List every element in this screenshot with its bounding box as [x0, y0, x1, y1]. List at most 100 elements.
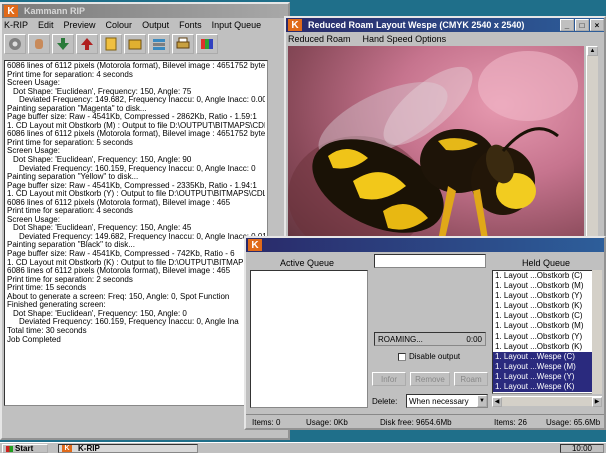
disk-free: Disk free: 9654.6Mb — [380, 418, 452, 427]
scroll-up-icon[interactable]: ▲ — [587, 46, 598, 56]
list-item[interactable]: 1. Layout ...Wespe (K) — [493, 382, 601, 393]
delete-select[interactable]: When necessary ▼ — [406, 394, 488, 408]
hold-tool-button[interactable] — [28, 34, 50, 54]
wasp-image — [288, 51, 578, 256]
menu-output[interactable]: Output — [142, 20, 169, 30]
usage-right: Usage: 65.6Mb — [546, 418, 601, 427]
log-line: Screen Usage: — [7, 215, 60, 224]
active-queue-list[interactable] — [250, 270, 368, 408]
taskbar-task-krip[interactable]: K K-RIP — [58, 444, 198, 453]
list-item[interactable]: 1. Layout ...Wespe (M) — [493, 361, 601, 372]
queue-logo-icon: K — [248, 239, 262, 251]
list-item[interactable]: 1. Layout ...Obstkorb (M) — [493, 281, 601, 291]
log-line: Print time for separation: 4 seconds — [7, 70, 133, 79]
arrow-up-icon — [81, 38, 93, 50]
queue-tool-button[interactable] — [124, 34, 146, 54]
log-line: 1. CD Layout mit Obstkorb (Y) : Output t… — [7, 190, 265, 199]
maximize-button[interactable]: □ — [575, 19, 589, 31]
page-tool-button[interactable] — [100, 34, 122, 54]
krip-titlebar[interactable]: K Kammann RIP — [2, 4, 288, 18]
log-line: Dot Shape: 'Euclidean', Frequency: 150, … — [13, 87, 192, 96]
list-item[interactable]: 1. Layout ...Obstkorb (K) — [493, 301, 601, 311]
list-item[interactable]: 1. Layout ...Obstkorb (Y) — [493, 332, 601, 342]
list-item[interactable]: 1. Layout ...Wespe (C) — [493, 351, 601, 362]
list-item[interactable]: 1. Layout ...Obstkorb (K) — [493, 342, 601, 352]
log-line: Total time: 30 seconds — [7, 326, 87, 335]
log-line: Painting separation "Black" to disk... — [7, 241, 135, 250]
log-line: Deviated Frequency: 160.159, Frequency I… — [19, 164, 256, 173]
roam-window: K Reduced Roam Layout Wespe (CMYK 2540 x… — [284, 16, 606, 267]
queue-name-field[interactable] — [374, 254, 486, 268]
log-line: Page buffer size: Raw - 4541Kb, Compress… — [7, 250, 235, 259]
log-line: Dot Shape: 'Euclidean', Frequency: 150, … — [13, 309, 187, 318]
held-queue-vertical-scrollbar[interactable] — [592, 270, 602, 394]
log-line: 6086 lines of 6112 pixels (Motorola form… — [7, 267, 231, 276]
krip-log[interactable]: 6086 lines of 6112 pixels (Motorola form… — [4, 60, 268, 406]
printer-icon — [176, 37, 190, 49]
chevron-down-icon[interactable]: ▼ — [477, 395, 487, 407]
log-line: Deviated Frequency: 149.682, Frequency I… — [19, 96, 265, 105]
list-item[interactable]: 1. Layout ...Obstkorb (C) — [493, 271, 601, 281]
menu-fonts[interactable]: Fonts — [179, 20, 202, 30]
active-queue-label: Active Queue — [280, 258, 335, 268]
close-button[interactable]: × — [590, 19, 604, 31]
log-line: Job Completed — [7, 335, 61, 344]
menu-input-queue[interactable]: Input Queue — [212, 20, 262, 30]
log-line: Page buffer size: Raw - 4541Kb, Compress… — [7, 181, 257, 190]
disable-output-label: Disable output — [409, 352, 461, 361]
task-logo-icon: K — [62, 445, 72, 452]
start-label: Start — [15, 444, 34, 453]
menu-hand-speed-options[interactable]: Hand Speed Options — [363, 34, 447, 44]
separations-tool-button[interactable] — [148, 34, 170, 54]
minimize-button[interactable]: _ — [560, 19, 574, 31]
log-line: Print time for separation: 4 seconds — [7, 207, 133, 216]
held-queue-list[interactable]: 1. Layout ...Obstkorb (C) 1. Layout ...O… — [492, 270, 602, 394]
menu-reduced-roam[interactable]: Reduced Roam — [288, 34, 351, 44]
menu-krip[interactable]: K-RIP — [4, 20, 28, 30]
disable-output-checkbox[interactable]: Disable output — [398, 352, 460, 361]
wasp-preview-image[interactable] — [288, 46, 584, 256]
arrow-down-icon — [57, 38, 69, 50]
list-item[interactable]: 1. Layout ...Obstkorb (C) — [493, 311, 601, 321]
up-tool-button[interactable] — [76, 34, 98, 54]
down-tool-button[interactable] — [52, 34, 74, 54]
menu-preview[interactable]: Preview — [64, 20, 96, 30]
log-line: Deviated Frequency: 149.682, Frequency I… — [19, 232, 265, 241]
roam-vertical-scrollbar[interactable]: ▲ — [586, 46, 598, 256]
log-line: Screen Usage: — [7, 79, 60, 88]
list-item[interactable]: 1. Layout ...Obstkorb (M) — [493, 321, 601, 331]
checkbox-icon[interactable] — [398, 352, 406, 361]
menu-colour[interactable]: Colour — [106, 20, 133, 30]
log-line: Print time for separation: 5 seconds — [7, 138, 133, 147]
held-queue-horizontal-scrollbar[interactable]: ◀ ▶ — [492, 396, 602, 407]
log-line: Print time: 15 seconds — [7, 284, 87, 293]
print-tool-button[interactable] — [172, 34, 194, 54]
start-button[interactable]: Start — [2, 444, 48, 453]
krip-toolbar — [2, 32, 288, 56]
scroll-left-icon[interactable]: ◀ — [492, 396, 502, 407]
queue-titlebar[interactable]: K — [246, 238, 604, 252]
taskbar-clock: 10:00 — [560, 444, 604, 453]
list-item[interactable]: 1. Layout ...Obstkorb (Y) — [493, 291, 601, 301]
list-item[interactable]: 1. Layout ...Wespe (Y) — [493, 371, 601, 383]
taskbar: Start K K-RIP 10:00 — [0, 442, 606, 453]
menu-edit[interactable]: Edit — [38, 20, 54, 30]
remove-button[interactable]: Remove — [410, 372, 450, 386]
roam-button[interactable]: Roam — [454, 372, 488, 386]
status-time: 0:00 — [466, 334, 482, 344]
log-line: Dot Shape: 'Euclidean', Frequency: 150, … — [13, 156, 192, 165]
info-button[interactable]: Infor — [372, 372, 406, 386]
roam-menubar: Reduced Roam Hand Speed Options — [286, 32, 604, 46]
colour-tool-button[interactable] — [196, 34, 218, 54]
held-queue-label: Held Queue — [522, 258, 571, 268]
roaming-status: ROAMING... 0:00 — [374, 332, 486, 346]
gear-icon — [9, 38, 21, 50]
scroll-right-icon[interactable]: ▶ — [592, 396, 602, 407]
page-icon — [105, 37, 117, 51]
log-line: 6086 lines of 6112 pixels (Motorola form… — [7, 62, 265, 70]
krip-title: Kammann RIP — [24, 6, 86, 16]
log-line: Screen Usage: — [7, 147, 60, 156]
settings-tool-button[interactable] — [4, 34, 26, 54]
roam-titlebar[interactable]: K Reduced Roam Layout Wespe (CMYK 2540 x… — [286, 18, 604, 32]
delete-select-value: When necessary — [409, 396, 469, 406]
